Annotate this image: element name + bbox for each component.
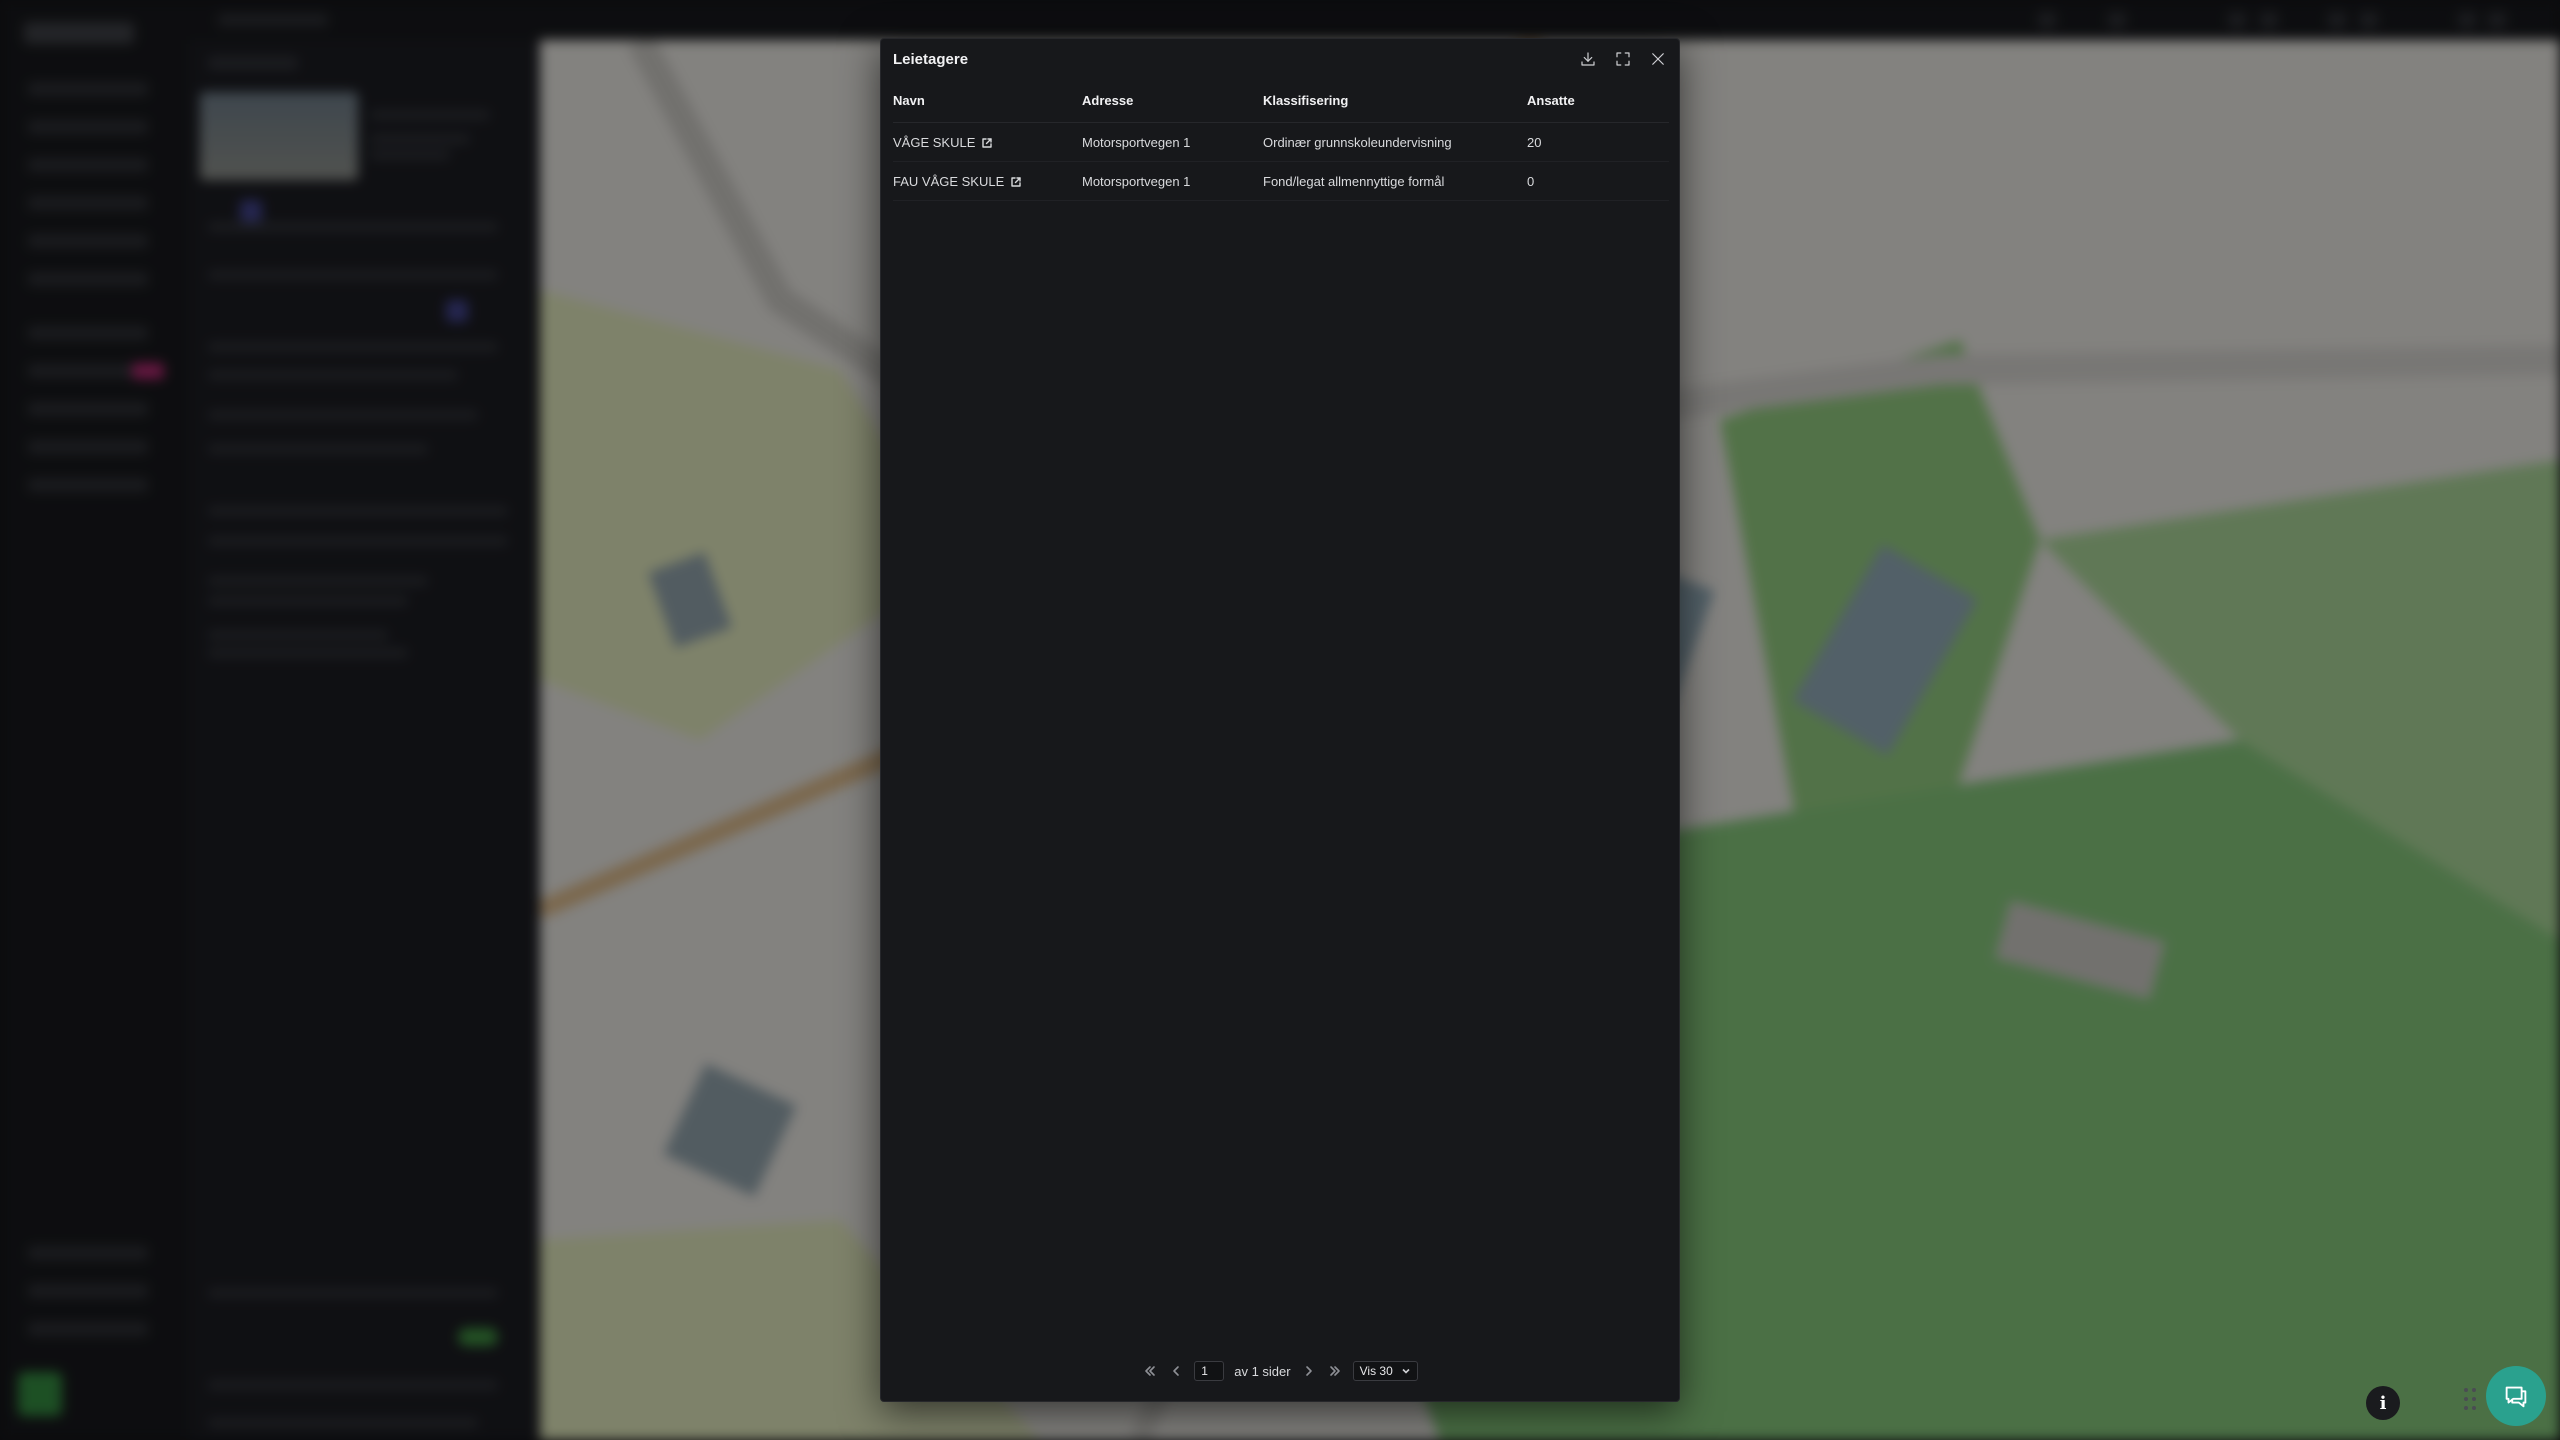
column-header-address[interactable]: Adresse: [1082, 93, 1133, 108]
tenant-name-cell: VÅGE SKULE: [893, 135, 993, 150]
tenants-dialog: Leietagere Navn Adresse Klassifisering A…: [880, 38, 1680, 1402]
dialog-header: Leietagere: [881, 39, 1679, 79]
previous-page-button[interactable]: [1168, 1363, 1184, 1379]
chevron-right-icon: [1305, 1366, 1312, 1376]
column-header-name[interactable]: Navn: [893, 93, 925, 108]
drag-handle-icon[interactable]: [2464, 1388, 2478, 1410]
chevron-down-icon: [1402, 1368, 1410, 1374]
table-row: VÅGE SKULE Motorsportvegen 1 Ordinær gru…: [893, 123, 1669, 162]
tenant-name-link[interactable]: FAU VÅGE SKULE: [893, 174, 1022, 189]
chat-icon: [2505, 1386, 2527, 1408]
table-header: Navn Adresse Klassifisering Ansatte: [893, 79, 1669, 123]
page-total-text: av 1 sider: [1234, 1363, 1291, 1379]
tenant-employees: 20: [1527, 135, 1542, 150]
download-button[interactable]: [1577, 48, 1599, 70]
download-icon: [1581, 52, 1595, 66]
column-header-classification[interactable]: Klassifisering: [1263, 93, 1348, 108]
tenant-employees: 0: [1527, 174, 1535, 189]
tenant-address: Motorsportvegen 1: [1082, 135, 1191, 150]
tenant-name-link[interactable]: VÅGE SKULE: [893, 135, 993, 150]
close-button[interactable]: [1647, 48, 1669, 70]
tenant-name-cell: FAU VÅGE SKULE: [893, 174, 1022, 189]
next-page-button[interactable]: [1301, 1363, 1317, 1379]
page-size-select[interactable]: Vis 30: [1352, 1361, 1418, 1381]
chevron-left-icon: [1173, 1366, 1180, 1376]
info-button[interactable]: i: [2366, 1386, 2400, 1420]
last-page-button[interactable]: [1327, 1363, 1343, 1379]
external-link-icon: [981, 137, 993, 149]
table-row: FAU VÅGE SKULE Motorsportvegen 1 Fond/le…: [893, 162, 1669, 201]
page-size-label: Vis 30: [1359, 1364, 1393, 1378]
chat-button[interactable]: [2486, 1366, 2546, 1426]
pagination: av 1 sider Vis 30: [881, 1359, 1679, 1383]
dialog-title: Leietagere: [893, 51, 969, 68]
tenants-table: Navn Adresse Klassifisering Ansatte VÅGE…: [893, 93, 1669, 201]
tenant-name: VÅGE SKULE: [893, 135, 976, 150]
external-link-icon: [1010, 176, 1022, 188]
double-chevron-left-icon: [1145, 1366, 1156, 1376]
column-header-employees[interactable]: Ansatte: [1527, 93, 1575, 108]
fullscreen-icon: [1616, 52, 1630, 66]
tenant-address: Motorsportvegen 1: [1082, 174, 1191, 189]
tenant-name: FAU VÅGE SKULE: [893, 174, 1005, 189]
tenant-classification: Ordinær grunnskoleundervisning: [1263, 135, 1452, 150]
fullscreen-button[interactable]: [1612, 48, 1634, 70]
double-chevron-right-icon: [1329, 1366, 1340, 1376]
page-number-input[interactable]: [1194, 1361, 1225, 1381]
tenant-classification: Fond/legat allmennyttige formål: [1263, 174, 1445, 189]
close-icon: [1652, 53, 1664, 65]
first-page-button[interactable]: [1142, 1363, 1158, 1379]
